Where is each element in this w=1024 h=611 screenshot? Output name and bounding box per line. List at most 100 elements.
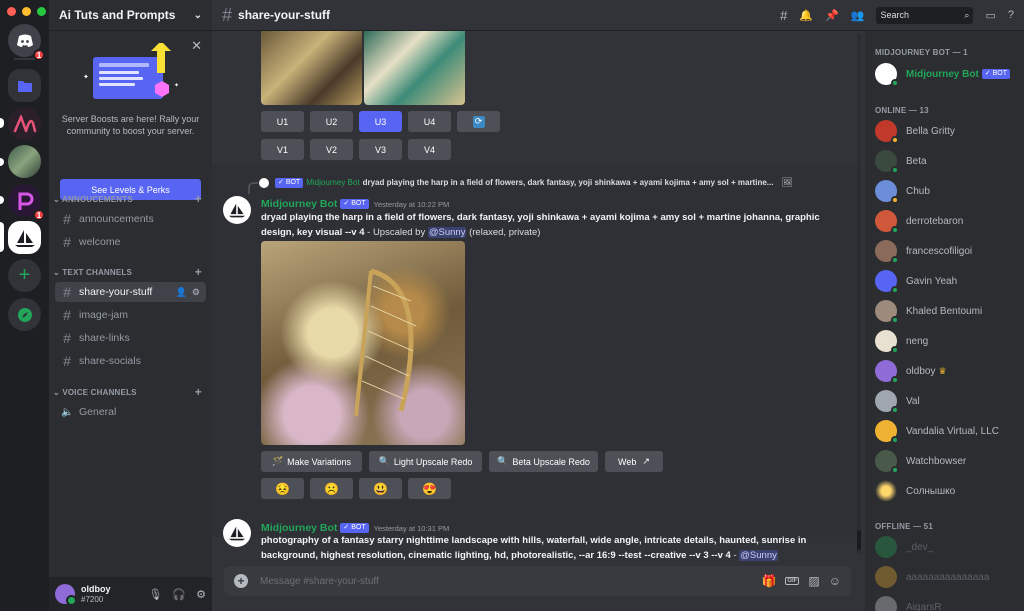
server-midjourney-icon[interactable] xyxy=(8,221,41,254)
add-channel-icon[interactable]: + xyxy=(195,385,202,399)
u2-button[interactable]: U2 xyxy=(310,111,353,132)
headphones-icon[interactable]: 🎧 xyxy=(172,588,186,601)
invite-icon[interactable]: 👤 xyxy=(176,287,187,298)
reaction-button[interactable]: 😃 xyxy=(359,478,402,499)
bot-badge: ✓ BOT xyxy=(340,198,369,209)
channel-label: image-jam xyxy=(79,309,129,321)
zoom-window-button[interactable] xyxy=(37,7,46,16)
avatar xyxy=(875,450,899,474)
search-input[interactable]: Search ⌕ xyxy=(876,6,974,24)
server-landscape-icon[interactable] xyxy=(8,145,41,178)
member-item[interactable]: aaaaaaaaaaaaaaa xyxy=(875,565,1020,589)
member-item[interactable]: Chub xyxy=(875,179,1020,204)
reaction-button[interactable]: 😣 xyxy=(261,478,304,499)
v2-button[interactable]: V2 xyxy=(310,139,353,160)
category-text-channels[interactable]: ⌄ TEXT CHANNELS + xyxy=(49,265,212,279)
avatar xyxy=(875,566,897,588)
add-server-button[interactable]: + xyxy=(8,259,41,292)
minimize-window-button[interactable] xyxy=(22,7,31,16)
upscaled-image[interactable] xyxy=(261,241,465,445)
threads-icon[interactable]: # xyxy=(780,8,787,23)
reroll-button[interactable]: ⟳ xyxy=(457,111,500,132)
reply-preview[interactable]: ✓ BOT Midjourney Bot dryad playing the h… xyxy=(248,177,793,194)
home-button[interactable]: 1 xyxy=(8,24,45,61)
sticker-icon[interactable]: ▨ xyxy=(808,574,819,588)
channel-share-socials[interactable]: # share-socials xyxy=(55,351,206,371)
help-icon[interactable]: ? xyxy=(1008,9,1014,21)
inbox-icon[interactable]: ▭ xyxy=(985,9,995,22)
voice-channel-general[interactable]: 🔈 General xyxy=(55,402,206,422)
member-item[interactable]: Gavin Yeah xyxy=(875,269,1020,294)
gear-icon[interactable]: ⚙ xyxy=(196,588,206,601)
user-mention[interactable]: @Sunny xyxy=(427,227,467,238)
v3-button[interactable]: V3 xyxy=(359,139,402,160)
members-icon[interactable]: 👥 xyxy=(851,9,865,22)
v4-button[interactable]: V4 xyxy=(408,139,451,160)
member-item[interactable]: francescofiligoi xyxy=(875,239,1020,264)
channel-share-your-stuff[interactable]: # share-your-stuff 👤 ⚙ xyxy=(55,282,206,302)
grid-image-2[interactable] xyxy=(364,31,465,105)
member-item[interactable]: Val xyxy=(875,389,1020,414)
category-voice-channels[interactable]: ⌄ VOICE CHANNELS + xyxy=(49,385,212,399)
window-controls xyxy=(7,7,46,16)
member-item[interactable]: Солнышко xyxy=(875,479,1020,503)
member-item[interactable]: derrotebaron xyxy=(875,209,1020,234)
bell-icon[interactable]: 🔔 xyxy=(799,9,813,22)
reaction-button[interactable]: ☹️ xyxy=(310,478,353,499)
emoji-icon[interactable]: ☺ xyxy=(829,574,841,588)
add-channel-icon[interactable]: + xyxy=(195,265,202,279)
member-item[interactable]: _dev_ xyxy=(875,535,1020,559)
u3-button[interactable]: U3 xyxy=(359,111,402,132)
member-item[interactable]: AigarsR xyxy=(875,595,1020,611)
message-input[interactable]: Message #share-your-stuff xyxy=(260,576,379,587)
gear-icon[interactable]: ⚙ xyxy=(192,287,200,298)
author-name[interactable]: Midjourney Bot xyxy=(261,198,337,210)
avatar[interactable] xyxy=(223,196,251,224)
member-name: Beta xyxy=(906,155,927,167)
message-header: Midjourney Bot ✓ BOT Yesterday at 10:22 PM xyxy=(261,195,449,210)
reaction-button[interactable]: 😍 xyxy=(408,478,451,499)
message-composer[interactable]: + Message #share-your-stuff 🎁 GIF ▨ ☺ xyxy=(224,566,851,596)
close-window-button[interactable] xyxy=(7,7,16,16)
member-name: derrotebaron xyxy=(906,215,964,227)
microphone-icon[interactable]: 🎙 xyxy=(148,588,162,601)
make-variations-button[interactable]: 🪄 Make Variations xyxy=(261,451,362,472)
channel-announcements[interactable]: # announcements xyxy=(55,209,206,229)
light-upscale-redo-button[interactable]: 🔍 Light Upscale Redo xyxy=(369,451,482,472)
chat-scrollbar[interactable] xyxy=(857,34,861,554)
gift-icon[interactable]: 🎁 xyxy=(761,574,776,588)
member-item[interactable]: Watchbowser xyxy=(875,449,1020,474)
add-attachment-icon[interactable]: + xyxy=(234,574,248,588)
server-p-icon[interactable]: 1 xyxy=(8,184,45,221)
member-item[interactable]: oldboy ♛ xyxy=(875,359,1020,384)
channel-share-links[interactable]: # share-links xyxy=(55,328,206,348)
member-item[interactable]: Bella Gritty xyxy=(875,119,1020,144)
grid-image-1[interactable] xyxy=(261,31,362,105)
avatar[interactable] xyxy=(223,519,251,547)
u4-button[interactable]: U4 xyxy=(408,111,451,132)
user-mention[interactable]: @Sunny xyxy=(739,550,778,561)
beta-upscale-redo-button[interactable]: 🔍 Beta Upscale Redo xyxy=(489,451,598,472)
member-item[interactable]: neng xyxy=(875,329,1020,354)
server-header[interactable]: Ai Tuts and Prompts ⌄ xyxy=(49,0,212,31)
member-item[interactable]: Beta xyxy=(875,149,1020,174)
web-link-button[interactable]: Web ↗ xyxy=(605,451,663,472)
pin-icon[interactable]: 📌 xyxy=(825,9,839,22)
member-item[interactable]: Khaled Bentoumi xyxy=(875,299,1020,324)
gif-icon[interactable]: GIF xyxy=(785,577,800,585)
scrollbar-thumb[interactable] xyxy=(857,530,861,550)
avatar[interactable] xyxy=(55,584,77,606)
channel-image-jam[interactable]: # image-jam xyxy=(55,305,206,325)
member-item[interactable]: Vandalia Virtual, LLC xyxy=(875,419,1020,444)
server-folder[interactable] xyxy=(8,69,41,102)
member-name: _dev_ xyxy=(906,541,934,553)
u1-button[interactable]: U1 xyxy=(261,111,304,132)
channel-welcome[interactable]: # welcome xyxy=(55,232,206,252)
close-icon[interactable]: ✕ xyxy=(191,38,202,54)
v1-button[interactable]: V1 xyxy=(261,139,304,160)
explore-servers-button[interactable] xyxy=(8,298,41,331)
add-channel-icon[interactable]: + xyxy=(195,192,202,206)
server-ai-icon[interactable] xyxy=(8,107,41,140)
category-announcements[interactable]: ⌄ ANNOUCEMENTS + xyxy=(49,192,212,206)
member-item[interactable]: Midjourney Bot ✓ BOT xyxy=(875,62,1020,87)
